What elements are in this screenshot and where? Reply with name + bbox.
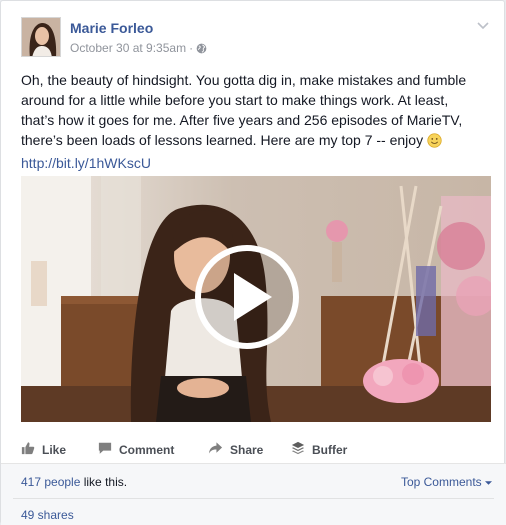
likes-summary: 417 people like this. (21, 475, 127, 489)
meta-separator: · (189, 41, 194, 55)
comment-label: Comment (119, 442, 175, 457)
summary-divider (13, 498, 494, 499)
chevron-down-icon[interactable] (475, 17, 491, 33)
post-text-line: that’s how it goes for me. After five ye… (21, 112, 463, 128)
like-button[interactable]: Like (21, 441, 66, 458)
post-text-line: Oh, the beauty of hindsight. You gotta d… (21, 72, 467, 88)
post-text-line: there’s been loads of lessons learned. H… (21, 130, 491, 153)
video-player[interactable] (21, 176, 491, 422)
globe-icon[interactable] (196, 43, 207, 57)
play-icon[interactable] (192, 242, 302, 352)
buffer-layers-icon (291, 441, 305, 458)
post-meta: October 30 at 9:35am · (70, 41, 207, 57)
buffer-label: Buffer (312, 442, 348, 457)
like-label: Like (42, 442, 67, 457)
smiley-emoji-icon (427, 133, 442, 153)
post-timestamp[interactable]: October 30 at 9:35am (70, 41, 186, 55)
top-comments-label: Top Comments (400, 475, 482, 489)
shares-link[interactable]: 49 shares (21, 508, 74, 522)
author-name[interactable]: Marie Forleo (70, 20, 153, 36)
likes-suffix: like this. (80, 475, 128, 489)
post-message: Oh, the beauty of hindsight. You gotta d… (21, 70, 491, 173)
top-comments-dropdown[interactable]: Top Comments (401, 475, 492, 489)
share-arrow-icon (208, 441, 223, 458)
thumbs-up-icon (21, 441, 35, 458)
share-button[interactable]: Share (208, 441, 263, 458)
post-header: Marie Forleo October 30 at 9:35am · (21, 17, 491, 61)
post-actions: Like Comment Share Buffer (21, 437, 491, 461)
post-link[interactable]: http://bit.ly/1hWKscU (21, 155, 151, 171)
post-text-line-last: there’s been loads of lessons learned. H… (21, 132, 424, 148)
likes-count-link[interactable]: 417 people (21, 475, 80, 489)
buffer-button[interactable]: Buffer (291, 441, 347, 458)
comment-icon (98, 441, 112, 458)
author-avatar[interactable] (21, 17, 61, 57)
comment-button[interactable]: Comment (98, 441, 174, 458)
post-card: Marie Forleo October 30 at 9:35am · Oh, t… (0, 0, 506, 525)
feedback-summary: 417 people like this. Top Comments 49 sh… (1, 464, 506, 525)
caret-down-icon (485, 475, 492, 489)
post-text-line: around for a little while before you sta… (21, 92, 449, 108)
share-label: Share (230, 442, 264, 457)
